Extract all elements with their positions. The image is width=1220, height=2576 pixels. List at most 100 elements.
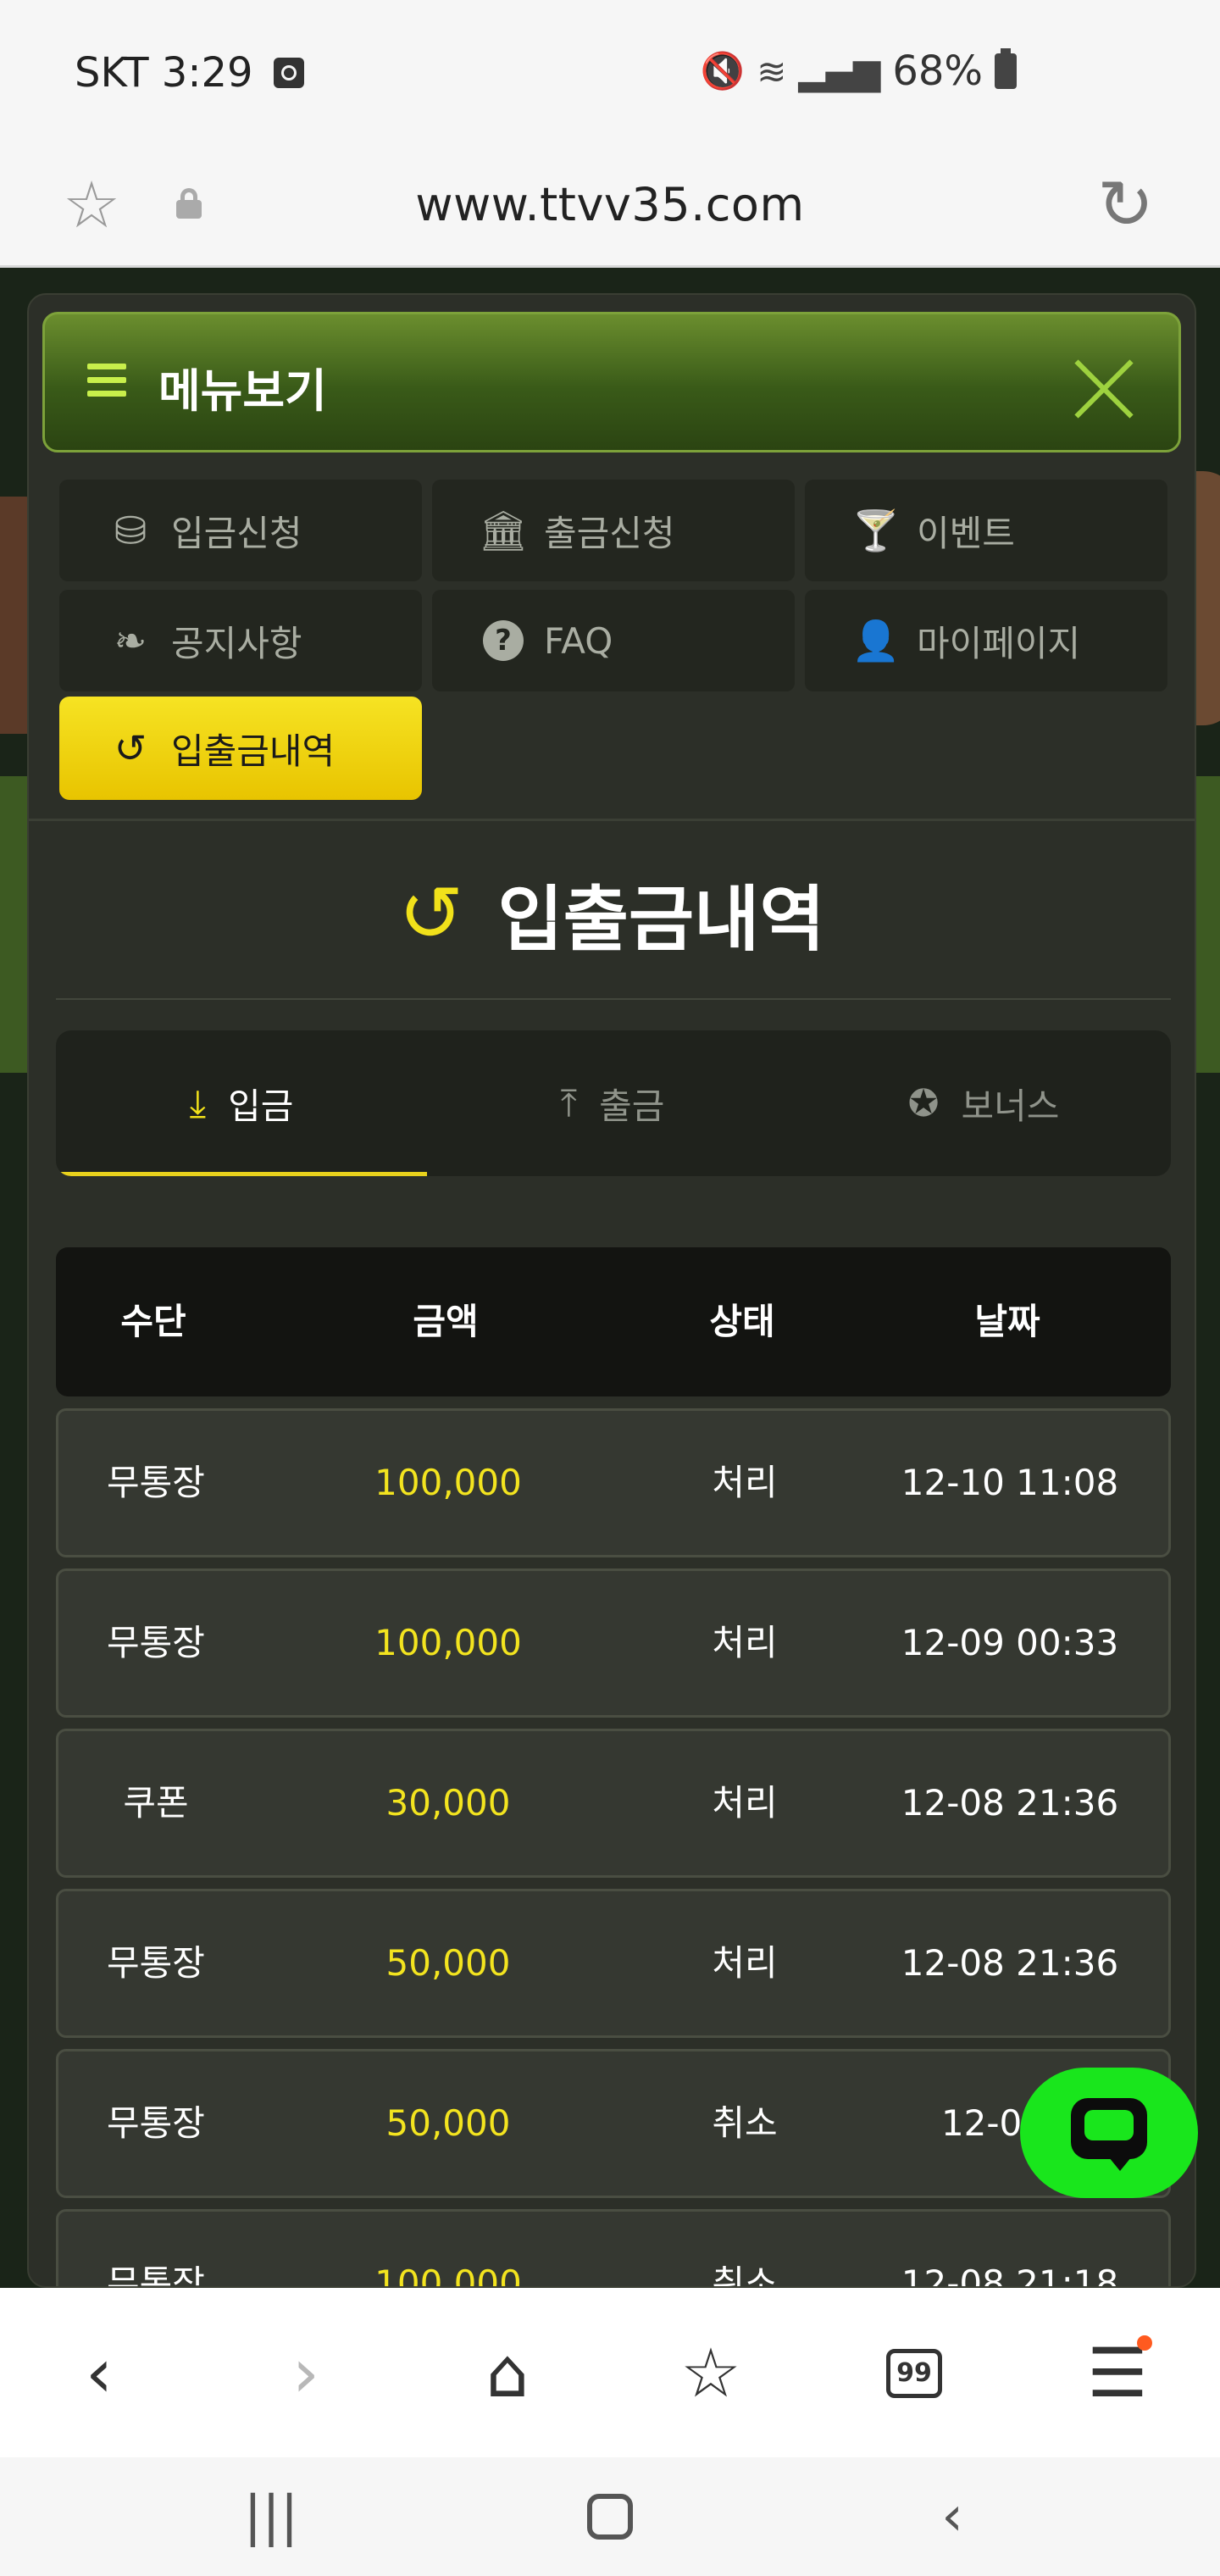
cell-date: 12-10 11:08: [901, 1462, 1119, 1503]
cell-method: 무통장: [107, 1462, 205, 1503]
cell-amount: 100,000: [374, 1462, 522, 1503]
cell-amount: 50,000: [385, 1942, 511, 1984]
leaf-icon: ❧: [114, 618, 147, 663]
table-row[interactable]: 쿠폰 30,000 처리 12-08 21:36: [56, 1729, 1171, 1878]
menu-mypage[interactable]: 👤 마이페이지: [805, 590, 1167, 691]
url-text[interactable]: www.ttvv35.com: [0, 178, 1220, 231]
column-header-status: 상태: [709, 1301, 775, 1342]
cell-amount: 100,000: [374, 1622, 522, 1663]
cell-status: 처리: [712, 1942, 778, 1984]
menu-label: 공지사항: [171, 622, 302, 664]
question-icon: ?: [483, 620, 524, 661]
section-title-text: 입출금내역: [497, 878, 825, 961]
cocktail-icon: 🍸: [851, 507, 901, 553]
battery-percent: 68%: [892, 47, 983, 95]
cell-date: 12-09 00:33: [901, 1622, 1119, 1663]
menu-label: 입출금내역: [171, 730, 336, 772]
live-chat-button[interactable]: [1020, 2068, 1198, 2198]
menu-notice[interactable]: ❧ 공지사항: [59, 590, 422, 691]
reload-icon[interactable]: ↻: [1097, 171, 1154, 239]
menu-label: 이벤트: [917, 512, 1015, 554]
upload-icon: ⤒: [560, 1081, 578, 1125]
history-icon: ↺: [114, 725, 147, 771]
signal-icon: ▂▄▆: [798, 50, 881, 92]
cell-status: 취소: [712, 2102, 778, 2144]
carrier-time: SKT 3:29: [75, 49, 253, 97]
coins-icon: ⛁: [114, 508, 147, 553]
battery-icon: [995, 48, 1017, 89]
home-button[interactable]: [568, 2483, 652, 2551]
active-tab-indicator: [56, 1172, 427, 1176]
back-icon[interactable]: ‹: [53, 2327, 146, 2420]
menu-label: FAQ: [544, 619, 613, 662]
column-header-amount: 금액: [413, 1301, 479, 1342]
status-left: SKT 3:29: [75, 49, 304, 97]
download-icon: ⤓: [189, 1081, 207, 1125]
cell-status: 처리: [712, 1782, 778, 1824]
forward-icon[interactable]: ›: [259, 2327, 352, 2420]
table-row[interactable]: 무통장 100,000 취소 12-08 21:18: [56, 2209, 1171, 2288]
wifi-icon: ≋: [757, 50, 787, 92]
table-row[interactable]: 무통장 50,000 취소 12-08 2: [56, 2049, 1171, 2198]
alarm-clock-icon: [273, 58, 304, 88]
cell-amount: 30,000: [385, 1782, 511, 1824]
history-tabs: ⤓ 입금 ⤒ 출금 ✪ 보너스: [56, 1030, 1171, 1176]
cell-amount: 50,000: [385, 2102, 511, 2144]
cell-status: 처리: [712, 1622, 778, 1663]
cell-status: 취소: [712, 2262, 778, 2288]
bookmarks-icon[interactable]: ☆: [664, 2327, 757, 2420]
column-header-date: 날짜: [974, 1301, 1040, 1342]
cell-method: 무통장: [107, 2262, 205, 2288]
mute-icon: 🔇: [700, 50, 746, 92]
cell-method: 무통장: [107, 1622, 205, 1663]
cell-method: 무통장: [107, 2102, 205, 2144]
browser-url-bar: ☆ www.ttvv35.com ↻: [0, 153, 1220, 268]
menu-label: 마이페이지: [917, 622, 1081, 664]
table-row[interactable]: 무통장 100,000 처리 12-10 11:08: [56, 1408, 1171, 1557]
cell-method: 무통장: [107, 1942, 205, 1984]
menu-withdraw-request[interactable]: 🏛 출금신청: [432, 480, 795, 581]
cell-date: 12-08 21:36: [901, 1942, 1119, 1984]
home-icon[interactable]: ⌂: [461, 2327, 554, 2420]
tab-label: 입금: [228, 1085, 294, 1127]
modal-title: 메뉴보기: [158, 364, 327, 418]
recent-apps-icon[interactable]: |||: [229, 2483, 313, 2551]
menu-event[interactable]: 🍸 이벤트: [805, 480, 1167, 581]
tab-label: 출금: [599, 1085, 665, 1127]
tab-bonus[interactable]: ✪ 보너스: [798, 1030, 1169, 1176]
status-bar: SKT 3:29 🔇 ≋ ▂▄▆ 68%: [0, 0, 1220, 153]
divider: [29, 819, 1195, 821]
cell-status: 처리: [712, 1462, 778, 1503]
table-row[interactable]: 무통장 100,000 처리 12-09 00:33: [56, 1568, 1171, 1718]
status-right: 🔇 ≋ ▂▄▆ 68%: [701, 47, 1017, 95]
tab-withdraw[interactable]: ⤒ 출금: [427, 1030, 798, 1176]
menu-deposit-request[interactable]: ⛁ 입금신청: [59, 480, 422, 581]
history-icon: ↺: [398, 868, 464, 959]
menu-label: 입금신청: [171, 512, 302, 554]
notification-dot: [1137, 2335, 1152, 2351]
chat-bubble-icon: [1071, 2098, 1147, 2171]
menu-faq[interactable]: ? FAQ: [432, 590, 795, 691]
system-nav-bar: ||| ‹: [0, 2457, 1220, 2576]
cell-method: 쿠폰: [123, 1782, 189, 1824]
cell-date: 12-08 21:36: [901, 1782, 1119, 1824]
browser-bottom-toolbar: ‹ › ⌂ ☆ 99 ☰: [0, 2288, 1220, 2457]
close-icon[interactable]: [1070, 355, 1138, 423]
section-title: ↺ 입출금내역: [29, 863, 1195, 965]
bank-icon: 🏛: [478, 507, 529, 553]
menu-transaction-history[interactable]: ↺ 입출금내역: [59, 697, 422, 800]
award-icon: ✪: [907, 1081, 940, 1125]
cell-amount: 100,000: [374, 2262, 522, 2288]
back-button[interactable]: ‹: [910, 2483, 995, 2551]
browser-menu-icon[interactable]: ☰: [1071, 2327, 1164, 2420]
divider: [56, 998, 1171, 1000]
tab-deposit[interactable]: ⤓ 입금: [56, 1030, 427, 1176]
table-row[interactable]: 무통장 50,000 처리 12-08 21:36: [56, 1889, 1171, 2038]
cell-date: 12-08 21:18: [901, 2262, 1119, 2288]
tabs-button[interactable]: 99: [868, 2327, 961, 2420]
column-header-method: 수단: [120, 1301, 186, 1342]
menu-modal: 메뉴보기 ⛁ 입금신청 🏛 출금신청 🍸 이벤트 ❧ 공지사항 ? FAQ 👤 …: [27, 293, 1196, 2288]
hamburger-icon: [87, 364, 126, 397]
table-header: 수단 금액 상태 날짜: [56, 1247, 1171, 1396]
tab-count: 99: [886, 2349, 942, 2398]
